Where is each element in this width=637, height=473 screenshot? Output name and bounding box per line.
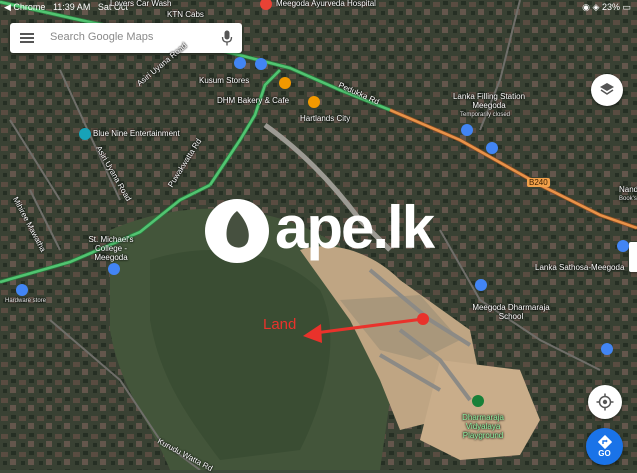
place-label[interactable]: KTN Cabs [167, 10, 204, 19]
status-app: Chrome [13, 2, 46, 12]
mic-icon[interactable] [221, 30, 233, 46]
battery-percent: 23% [601, 2, 620, 12]
place-label[interactable]: Dharmaraja Vidyalaya Playground [458, 413, 508, 440]
place-label[interactable]: Blue Nine Entertainment [93, 129, 180, 138]
battery-icon: ▭ [622, 2, 631, 12]
layers-icon [600, 83, 614, 95]
side-panel-handle[interactable] [629, 242, 637, 272]
place-label[interactable]: Book's [619, 196, 637, 202]
place-label[interactable]: Meegoda Dharmaraja School [472, 303, 550, 321]
go-label: GO [598, 449, 611, 458]
place-pin-icon[interactable] [308, 96, 320, 108]
wifi-icon: ◉ ◈ [582, 2, 602, 12]
cafe-pin-icon[interactable] [279, 77, 291, 89]
go-button[interactable]: GO [586, 428, 623, 465]
back-icon: ◀ [4, 2, 14, 12]
place-label[interactable]: Lanka Sathosa-Meegoda [535, 263, 624, 272]
hardware-pin-icon[interactable] [16, 284, 28, 296]
search-bar[interactable]: Search Google Maps [10, 23, 242, 53]
store2-pin-icon[interactable] [601, 343, 613, 355]
park-pin-icon[interactable] [472, 395, 484, 407]
place-label[interactable]: St. Michael's College - Meegoda [84, 235, 138, 262]
status-time: 11:39 AM [52, 2, 91, 12]
entertainment-pin-icon[interactable] [79, 128, 91, 140]
search-input[interactable]: Search Google Maps [50, 31, 153, 43]
store-pin-icon[interactable] [617, 240, 629, 252]
car-wash-pin-icon[interactable] [255, 58, 267, 70]
watermark-logo [205, 199, 269, 263]
watermark-text: ape.lk [275, 194, 435, 261]
road-shield: B240 [527, 178, 550, 187]
avocado-icon [226, 211, 249, 248]
crosshair-icon [596, 393, 614, 411]
place-label[interactable]: Lovers Car Wash [110, 0, 172, 8]
place-label[interactable]: Nand [619, 185, 637, 194]
dharmaraja-pin-icon[interactable] [475, 279, 487, 291]
directions-icon [597, 435, 612, 449]
place-label[interactable]: Meegoda Ayurveda Hospital [276, 0, 376, 8]
fuel-pin-icon[interactable] [461, 124, 473, 136]
place-label[interactable]: Hartlands City [300, 114, 350, 123]
shopping-pin-icon[interactable] [234, 57, 246, 69]
place-label[interactable]: DHM Bakery & Cafe [217, 96, 289, 105]
menu-icon[interactable] [20, 31, 34, 45]
layers-button[interactable] [591, 74, 623, 106]
place-label[interactable]: Lanka Filling Station Meegoda [452, 92, 526, 110]
school-pin-icon[interactable] [108, 263, 120, 275]
shop-pin-icon[interactable] [486, 142, 498, 154]
place-label[interactable]: Hardware store [5, 298, 46, 304]
place-label[interactable]: Kusum Stores [199, 76, 249, 85]
my-location-button[interactable] [588, 385, 622, 419]
land-annotation: Land [263, 316, 297, 333]
place-label[interactable]: Temporarily closed [460, 112, 510, 118]
